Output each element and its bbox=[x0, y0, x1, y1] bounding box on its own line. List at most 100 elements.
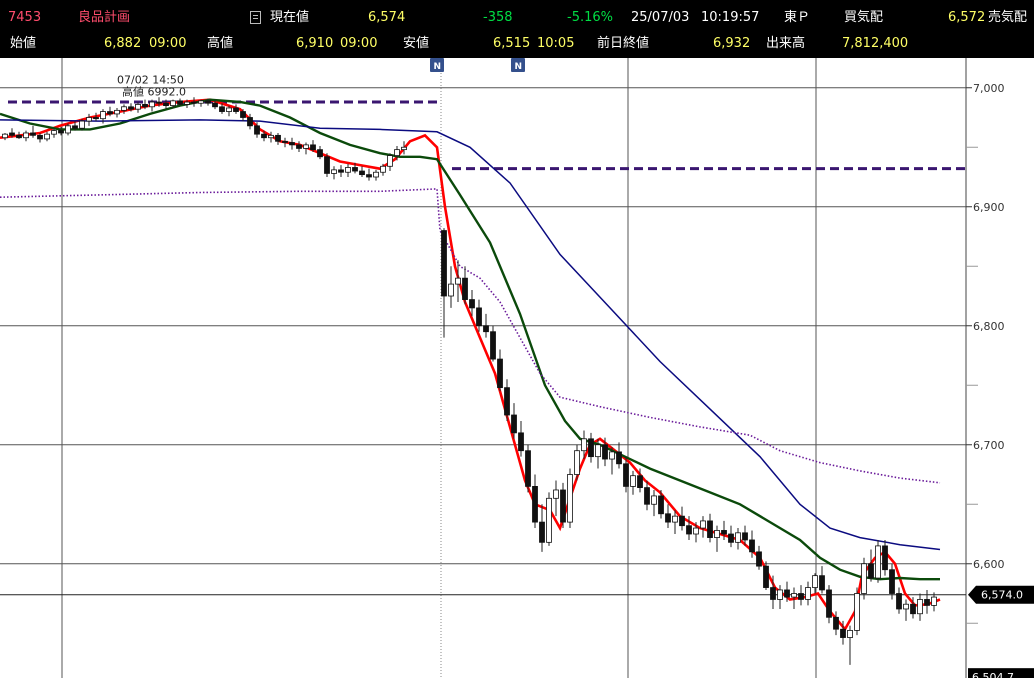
candle-body bbox=[567, 474, 573, 523]
candle bbox=[847, 625, 853, 665]
candle bbox=[2, 132, 8, 141]
candle-body bbox=[679, 515, 685, 527]
candle-body bbox=[289, 142, 295, 146]
bottom-price-tag-label: 6,504.7 bbox=[972, 671, 1014, 678]
candle-body bbox=[198, 100, 204, 104]
candle bbox=[198, 99, 204, 107]
memo-icon[interactable] bbox=[250, 11, 261, 24]
candle bbox=[121, 104, 127, 114]
candle bbox=[924, 589, 930, 614]
candle-body bbox=[910, 603, 916, 615]
candle bbox=[191, 97, 197, 107]
candle-body bbox=[448, 283, 454, 297]
low-value: 6,515 bbox=[493, 36, 531, 51]
candle-body bbox=[352, 167, 358, 172]
ma_green-line bbox=[0, 98, 940, 581]
candle bbox=[448, 266, 454, 308]
candle-body bbox=[651, 495, 657, 505]
candle-body bbox=[121, 106, 127, 111]
candlestick-chart[interactable]: 7,0006,9006,8006,7006,6006,574.06,504.7 … bbox=[0, 58, 1034, 678]
candle-body bbox=[574, 450, 580, 475]
candle-body bbox=[525, 450, 531, 487]
candle-body bbox=[268, 134, 274, 139]
quote-header: 7453 良品計画 現在値 6,574 -358 -5.16% 25/07/03… bbox=[0, 0, 1034, 58]
candle-body bbox=[219, 106, 225, 112]
candle bbox=[114, 107, 120, 118]
candle-body bbox=[581, 438, 587, 452]
candle bbox=[282, 137, 288, 148]
candle-body bbox=[9, 132, 15, 136]
candle-body bbox=[602, 444, 608, 460]
candle-body bbox=[756, 551, 762, 567]
candle-body bbox=[518, 432, 524, 452]
candle-body bbox=[595, 444, 601, 458]
candle bbox=[560, 482, 566, 529]
candle bbox=[86, 113, 92, 126]
low-time: 10:05 bbox=[537, 36, 575, 51]
candle-body bbox=[2, 133, 8, 139]
candle-body bbox=[553, 489, 559, 499]
candle bbox=[462, 266, 468, 305]
news-badge[interactable]: N bbox=[511, 58, 525, 72]
candle-body bbox=[889, 569, 895, 594]
candle bbox=[289, 137, 295, 150]
candle-body bbox=[23, 132, 29, 139]
candle-body bbox=[72, 125, 78, 129]
candle bbox=[756, 545, 762, 570]
candle-body bbox=[65, 125, 71, 134]
ma_navy-line bbox=[0, 119, 941, 551]
candle-body bbox=[546, 497, 552, 543]
candle-body bbox=[840, 628, 846, 638]
candle bbox=[345, 163, 351, 178]
news-badge[interactable]: N bbox=[430, 58, 444, 72]
open-value: 6,882 bbox=[104, 36, 142, 51]
market-label: 東Ｐ bbox=[784, 10, 811, 25]
stock-name[interactable]: 良品計画 bbox=[78, 10, 130, 26]
candle-body bbox=[184, 101, 190, 105]
candle-body bbox=[924, 599, 930, 606]
candle-body bbox=[331, 169, 337, 174]
candle-body bbox=[261, 133, 267, 139]
vwap_dotted-line bbox=[0, 188, 941, 484]
candle-body bbox=[163, 102, 169, 107]
candle-body bbox=[191, 101, 197, 104]
candle-body bbox=[16, 134, 22, 139]
candle-body bbox=[609, 451, 615, 460]
candle-body bbox=[303, 144, 309, 149]
stock-code[interactable]: 7453 bbox=[8, 10, 41, 26]
candle-body bbox=[539, 521, 545, 543]
candle bbox=[735, 528, 741, 550]
high-label: 高値 bbox=[207, 36, 234, 51]
candle-body bbox=[282, 140, 288, 143]
candle-body bbox=[212, 102, 218, 108]
candle bbox=[679, 506, 685, 531]
candle bbox=[553, 480, 559, 517]
candle-body bbox=[882, 545, 888, 571]
candle-body bbox=[483, 325, 489, 333]
candle-body bbox=[296, 144, 302, 149]
candle-body bbox=[37, 134, 43, 140]
candle-body bbox=[931, 596, 937, 606]
candle-body bbox=[401, 146, 407, 151]
candle-body bbox=[205, 100, 211, 104]
candle bbox=[616, 442, 622, 469]
candle-body bbox=[623, 463, 629, 487]
candle bbox=[476, 299, 482, 332]
open-label: 始値 bbox=[10, 36, 37, 51]
quote-date: 25/07/03 bbox=[631, 10, 690, 25]
candle-body bbox=[100, 111, 106, 120]
candle-body bbox=[784, 589, 790, 598]
chart-annotations: 07/02 14:50高値 6992.007/03 10:05NN bbox=[117, 58, 525, 98]
candle bbox=[338, 165, 344, 178]
ask-label: 売気配 bbox=[988, 10, 1028, 25]
candle-body bbox=[394, 149, 400, 156]
bid-label: 買気配 bbox=[844, 10, 884, 25]
candle-body bbox=[359, 170, 365, 176]
candle-body bbox=[798, 593, 804, 600]
candle bbox=[525, 444, 531, 493]
candle bbox=[917, 593, 923, 621]
candle bbox=[490, 325, 496, 362]
high-annotation-value: 高値 6992.0 bbox=[122, 84, 186, 98]
candle bbox=[896, 587, 902, 614]
candle-body bbox=[107, 111, 113, 115]
